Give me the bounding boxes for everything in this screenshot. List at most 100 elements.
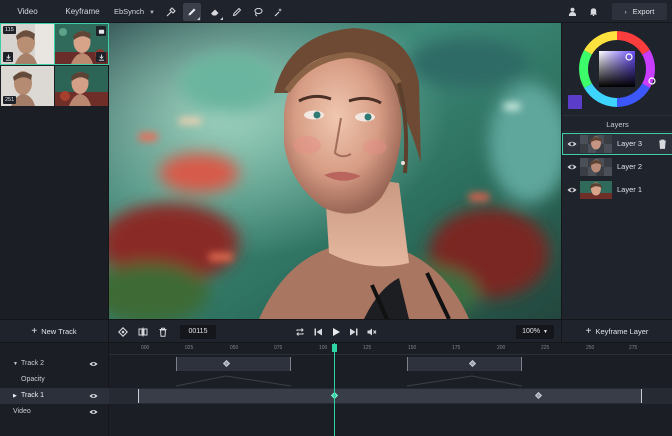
collapse-arrow-icon[interactable]: ▼: [13, 356, 18, 372]
ruler-tick: 200: [497, 345, 506, 351]
eye-icon[interactable]: [89, 392, 98, 400]
layer-name: Layer 1: [617, 185, 643, 194]
pen-icon[interactable]: [183, 3, 201, 21]
track-2-lane[interactable]: [109, 356, 672, 372]
frame-thumbnail-panel: 115 251: [0, 23, 109, 319]
plugin-dropdown[interactable]: EbSynch ▼: [114, 0, 155, 23]
zoom-dropdown[interactable]: 100% ▼: [516, 325, 554, 339]
frame-counter-input[interactable]: 00115: [180, 325, 216, 339]
chevron-down-icon: ▼: [149, 10, 155, 16]
opacity-lane[interactable]: [109, 372, 672, 388]
brush-tool-icon[interactable]: [162, 3, 180, 21]
tab-video[interactable]: Video: [0, 0, 55, 23]
split-clip-icon[interactable]: [137, 326, 149, 338]
pencil-icon[interactable]: [228, 3, 246, 21]
track-row-label[interactable]: ▼ Track 2: [0, 356, 109, 372]
frame-thumbnail[interactable]: 251: [1, 66, 54, 106]
keyframe-layer-button[interactable]: + Keyframe Layer: [561, 320, 672, 344]
add-keyframe-icon[interactable]: [117, 326, 129, 338]
eye-icon[interactable]: [567, 162, 577, 172]
playhead[interactable]: [334, 343, 335, 436]
ruler-tick: 150: [408, 345, 417, 351]
plus-icon: +: [31, 326, 38, 337]
eye-icon[interactable]: [567, 185, 577, 195]
zoom-value: 100%: [522, 328, 540, 335]
keyframe-thumbnail[interactable]: [55, 66, 108, 106]
keyframe-icon[interactable]: [96, 26, 106, 36]
skip-forward-icon[interactable]: [348, 326, 360, 338]
portrait-painting: [109, 23, 561, 319]
tab-keyframe[interactable]: Keyframe: [55, 0, 110, 23]
new-track-button[interactable]: + New Track: [0, 320, 109, 344]
color-wheel[interactable]: [573, 27, 661, 111]
export-button[interactable]: › Export: [612, 3, 667, 20]
plugin-label: EbSynch: [114, 7, 145, 16]
loop-icon[interactable]: [294, 326, 306, 338]
ruler-tick: 025: [185, 345, 194, 351]
keyframe-layer-label: Keyframe Layer: [595, 327, 649, 336]
ruler-tick: 175: [452, 345, 461, 351]
frame-thumbnail[interactable]: 115: [0, 23, 55, 65]
plus-icon: +: [585, 326, 592, 337]
layer-item[interactable]: Layer 1: [562, 179, 672, 201]
frame-number-badge: 251: [3, 96, 17, 104]
mute-icon[interactable]: [366, 326, 378, 338]
skip-back-icon[interactable]: [312, 326, 324, 338]
download-icon[interactable]: [3, 52, 13, 62]
export-label: Export: [632, 7, 655, 16]
video-lane[interactable]: [109, 404, 672, 420]
frame-number-badge: 115: [3, 26, 16, 34]
eraser-icon[interactable]: [206, 3, 224, 21]
ruler-tick: 100: [319, 345, 328, 351]
lasso-icon[interactable]: [249, 3, 267, 21]
track-clip[interactable]: [407, 357, 522, 371]
eye-icon[interactable]: [89, 360, 98, 368]
new-track-label: New Track: [41, 327, 77, 336]
chevron-right-icon: ›: [624, 10, 627, 16]
property-row-label[interactable]: Opacity: [0, 372, 109, 388]
opacity-curve: [175, 375, 523, 387]
property-name: Opacity: [21, 376, 45, 383]
download-icon[interactable]: [96, 52, 106, 62]
ruler-tick: 225: [541, 345, 550, 351]
magic-wand-icon[interactable]: [269, 3, 287, 21]
chevron-down-icon: ▼: [542, 329, 548, 335]
main-canvas[interactable]: [109, 23, 561, 319]
track-clip[interactable]: [138, 389, 642, 403]
layers-title: Layers: [562, 115, 672, 132]
ruler-tick: 275: [629, 345, 638, 351]
track-clip[interactable]: [176, 357, 291, 371]
ruler-tick: 050: [230, 345, 239, 351]
timeline[interactable]: 000 025 050 075 100 125 150 175 200 225 …: [109, 343, 672, 436]
track-name: Track 2: [21, 360, 45, 367]
eye-icon[interactable]: [567, 139, 577, 149]
ruler-tick: 000: [141, 345, 150, 351]
play-icon[interactable]: [330, 326, 342, 338]
transport-bar: + New Track 00115 100% ▼ + Keyframe Layer: [0, 319, 672, 344]
track-row-label[interactable]: ▶ Track 1: [0, 388, 109, 404]
layer-thumbnail: [580, 158, 612, 176]
timeline-ruler[interactable]: 000 025 050 075 100 125 150 175 200 225 …: [109, 343, 672, 355]
track-name: Video: [13, 408, 31, 415]
keyframe-thumbnail-image: [55, 66, 108, 106]
ruler-tick: 250: [586, 345, 595, 351]
layer-thumbnail: [580, 181, 612, 199]
eye-icon[interactable]: [89, 408, 98, 416]
ruler-tick: 125: [363, 345, 372, 351]
playhead-handle[interactable]: [332, 344, 337, 352]
layer-item[interactable]: Layer 2: [562, 156, 672, 178]
layer-name: Layer 3: [617, 139, 643, 148]
track-1-lane[interactable]: [109, 388, 672, 404]
expand-arrow-icon[interactable]: ▶: [13, 388, 17, 404]
current-color-swatch[interactable]: [568, 95, 582, 109]
right-panel: Layers Layer 3 Layer 2 Layer 1: [561, 23, 672, 319]
bell-icon[interactable]: [586, 4, 601, 19]
ruler-tick: 075: [274, 345, 283, 351]
layer-item[interactable]: Layer 3: [562, 133, 672, 155]
trash-icon[interactable]: [658, 139, 667, 149]
layer-name: Layer 2: [617, 162, 643, 171]
keyframe-thumbnail[interactable]: [54, 23, 109, 65]
track-row-label[interactable]: Video: [0, 404, 109, 420]
trash-icon[interactable]: [157, 326, 169, 338]
user-icon[interactable]: [565, 4, 580, 19]
